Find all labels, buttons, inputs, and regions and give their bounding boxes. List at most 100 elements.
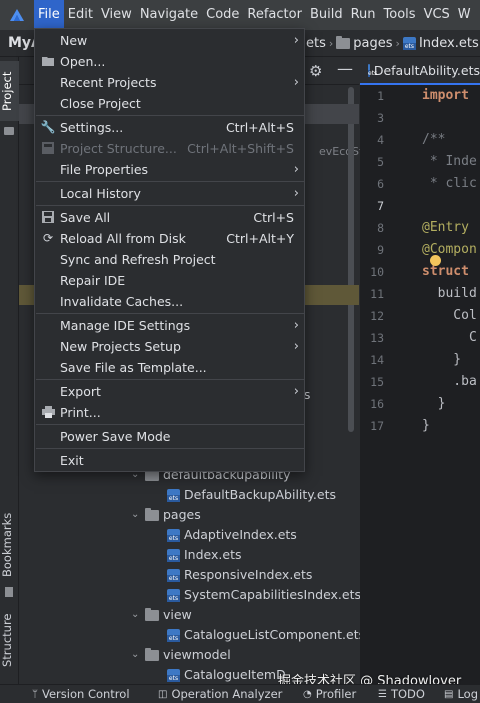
ets-file-icon: [167, 548, 180, 562]
code-line: }: [422, 396, 446, 411]
tree-file-label: DefaultBackupAbility.ets: [184, 487, 336, 502]
tree-folder[interactable]: ⌄ view: [131, 605, 192, 625]
menu-separator: [36, 379, 305, 380]
menu-item-save-as-template[interactable]: Save File as Template...: [35, 357, 304, 378]
menu-file[interactable]: File: [34, 0, 64, 30]
menu-item-exit[interactable]: Exit: [35, 450, 304, 471]
menu-bar: File Edit View Navigate Code Refactor Bu…: [0, 0, 480, 30]
code-line: @Compon: [422, 242, 477, 257]
tree-file[interactable]: CatalogueItemD: [167, 665, 286, 685]
menu-item-file-properties[interactable]: File Properties ›: [35, 159, 304, 180]
tree-folder-label: view: [163, 607, 192, 622]
chevron-right-icon: ›: [293, 162, 299, 177]
menu-edit[interactable]: Edit: [64, 0, 97, 30]
tree-file-label: AdaptiveIndex.ets: [184, 527, 297, 542]
line-number: 1: [377, 89, 384, 103]
menu-item-open[interactable]: Open...: [35, 51, 304, 72]
print-icon: [41, 405, 55, 419]
menu-navigate[interactable]: Navigate: [136, 0, 202, 30]
line-number: 17: [370, 419, 384, 433]
chevron-down-icon[interactable]: ⌄: [131, 505, 141, 525]
menu-separator: [36, 205, 305, 206]
line-number: 6: [377, 177, 384, 191]
project-structure-icon: [41, 141, 55, 155]
line-number: 4: [377, 133, 384, 147]
menu-window[interactable]: W: [454, 0, 475, 30]
menu-item-invalidate-caches[interactable]: Invalidate Caches...: [35, 291, 304, 312]
ets-file-icon: [402, 37, 416, 50]
line-number: 11: [370, 287, 384, 301]
chevron-right-icon: ›: [293, 339, 299, 354]
chevron-down-icon[interactable]: ⌄: [131, 605, 141, 625]
ets-file-icon: [167, 568, 180, 582]
menu-view[interactable]: View: [97, 0, 136, 30]
editor-tab[interactable]: DefaultAbility.ets: [360, 57, 480, 85]
tree-file[interactable]: DefaultBackupAbility.ets: [167, 485, 336, 505]
tool-operation-analyzer[interactable]: ◫ Operation Analyzer: [158, 687, 282, 701]
ets-file-icon: [167, 628, 180, 642]
folder-icon: [145, 647, 159, 661]
tree-file[interactable]: ResponsiveIndex.ets: [167, 565, 312, 585]
menu-item-close-project[interactable]: Close Project: [35, 93, 304, 114]
menu-tools[interactable]: Tools: [380, 0, 420, 30]
breadcrumb-index[interactable]: Index.ets: [419, 36, 479, 51]
tab-structure[interactable]: Structure: [0, 605, 19, 675]
code-line: }: [422, 352, 462, 367]
tool-profiler[interactable]: ◔ Profiler: [303, 687, 356, 701]
code-line: * clic: [422, 176, 477, 191]
menu-item-local-history[interactable]: Local History ›: [35, 183, 304, 204]
tool-log[interactable]: ▤ Log: [444, 687, 478, 701]
profiler-icon: ◔: [303, 688, 312, 700]
menu-item-export[interactable]: Export ›: [35, 381, 304, 402]
breadcrumb-pages[interactable]: pages: [353, 36, 392, 51]
save-icon: [41, 210, 55, 224]
menu-run[interactable]: Run: [347, 0, 380, 30]
menu-item-settings[interactable]: 🔧 Settings... Ctrl+Alt+S: [35, 117, 304, 138]
menu-refactor[interactable]: Refactor: [243, 0, 306, 30]
menu-separator: [36, 424, 305, 425]
tree-file[interactable]: AdaptiveIndex.ets: [167, 525, 297, 545]
tool-todo[interactable]: ☰ TODO: [378, 687, 425, 701]
code-line: }: [422, 418, 430, 433]
menu-vcs[interactable]: VCS: [420, 0, 454, 30]
breadcrumb-ets[interactable]: ets: [306, 36, 326, 51]
chevron-right-icon: ›: [293, 186, 299, 201]
file-menu-dropdown: New › Open... Recent Projects › Close Proj…: [34, 28, 305, 472]
menu-item-print[interactable]: Print...: [35, 402, 304, 423]
tab-project[interactable]: Project: [0, 61, 19, 121]
code-line: build: [422, 286, 477, 301]
chevron-right-icon: ›: [293, 384, 299, 399]
menu-item-reload-all[interactable]: ⟳ Reload All from Disk Ctrl+Alt+Y: [35, 228, 304, 249]
code-line: C: [422, 330, 477, 345]
chevron-down-icon[interactable]: ⌄: [131, 645, 141, 665]
tool-label: TODO: [390, 687, 425, 701]
menu-item-save-all[interactable]: Save All Ctrl+S: [35, 207, 304, 228]
tool-version-control[interactable]: ᛘ Version Control: [32, 687, 130, 701]
code-editor[interactable]: DefaultAbility.ets 1 3 4 5 6 7 8 9 10 11…: [360, 57, 480, 684]
menu-item-sync-refresh[interactable]: Sync and Refresh Project: [35, 249, 304, 270]
tree-file[interactable]: SystemCapabilitiesIndex.ets: [167, 585, 361, 605]
menu-item-recent-projects[interactable]: Recent Projects ›: [35, 72, 304, 93]
line-number: 10: [370, 265, 384, 279]
tree-folder[interactable]: ⌄ pages: [131, 505, 201, 525]
line-number: 16: [370, 397, 384, 411]
tab-bookmarks[interactable]: Bookmarks: [0, 505, 19, 585]
menu-item-repair-ide[interactable]: Repair IDE: [35, 270, 304, 291]
tree-folder[interactable]: ⌄ viewmodel: [131, 645, 231, 665]
code-line: .ba: [422, 374, 477, 389]
line-number: 15: [370, 375, 384, 389]
menu-item-manage-ide-settings[interactable]: Manage IDE Settings ›: [35, 315, 304, 336]
menu-item-power-save-mode[interactable]: Power Save Mode: [35, 426, 304, 447]
tree-file-label: SystemCapabilitiesIndex.ets: [184, 587, 362, 602]
menu-item-new-projects-setup[interactable]: New Projects Setup ›: [35, 336, 304, 357]
menu-build[interactable]: Build: [306, 0, 347, 30]
branch-icon: ᛘ: [32, 688, 38, 700]
menu-item-project-structure[interactable]: Project Structure... Ctrl+Alt+Shift+S: [35, 138, 304, 159]
list-icon: ☰: [378, 688, 387, 700]
analyzer-icon: ◫: [158, 688, 168, 700]
menu-code[interactable]: Code: [202, 0, 243, 30]
tree-file[interactable]: CatalogueListComponent.ets: [167, 625, 365, 645]
folder-icon: [145, 507, 159, 521]
menu-item-new[interactable]: New ›: [35, 30, 304, 51]
tree-file[interactable]: Index.ets: [167, 545, 242, 565]
